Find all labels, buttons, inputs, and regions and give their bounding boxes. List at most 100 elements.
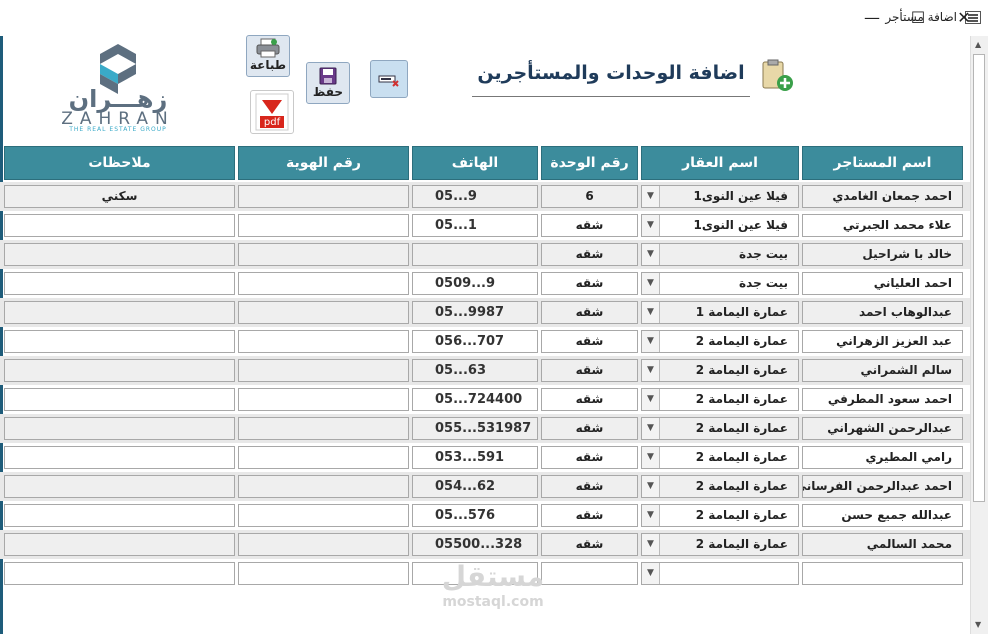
id-number-field[interactable] [238, 243, 409, 266]
dropdown-arrow-icon[interactable]: ▼ [642, 505, 660, 526]
dropdown-arrow-icon[interactable]: ▼ [642, 331, 660, 352]
dropdown-arrow-icon[interactable]: ▼ [642, 215, 660, 236]
phone-field[interactable]: 05...724400 [412, 388, 538, 411]
unit-number-field[interactable]: 6 [541, 185, 638, 208]
scroll-down-icon[interactable]: ▼ [975, 620, 981, 629]
unit-number-field[interactable]: شقه [541, 533, 638, 556]
id-number-field[interactable] [238, 185, 409, 208]
property-combo[interactable]: ▼ فيلا عين النوى1 [641, 214, 799, 237]
vertical-scrollbar[interactable]: ▲ ▼ [970, 36, 988, 634]
table-row[interactable]: عبدالوهاب احمد ▼ عمارة اليمامة 1 شقه 05...99… [0, 298, 970, 327]
tenant-name-field[interactable]: عبدالله جميع حسن [802, 504, 963, 527]
dropdown-arrow-icon[interactable]: ▼ [642, 447, 660, 468]
header-phone[interactable]: الهاتف [412, 146, 538, 180]
pdf-button[interactable]: pdf [250, 90, 294, 134]
table-row[interactable]: علاء محمد الجبرتي ▼ فيلا عين النوى1 شقه 05..… [0, 211, 970, 240]
property-combo[interactable]: ▼ عمارة اليمامة 2 [641, 504, 799, 527]
dropdown-arrow-icon[interactable]: ▼ [642, 534, 660, 555]
scroll-up-icon[interactable]: ▲ [975, 40, 981, 49]
unit-number-field[interactable]: شقه [541, 243, 638, 266]
table-row[interactable]: محمد السالمي ▼ عمارة اليمامة 2 شقه 05500...3… [0, 530, 970, 559]
unit-number-field[interactable]: شقه [541, 446, 638, 469]
notes-field[interactable] [4, 214, 235, 237]
table-row[interactable]: خالد با شراحيل ▼ بيت جدة شقه [0, 240, 970, 269]
header-notes[interactable]: ملاحظات [4, 146, 235, 180]
phone-field[interactable]: 056...707 [412, 330, 538, 353]
id-number-field[interactable] [238, 562, 409, 585]
notes-field[interactable] [4, 562, 235, 585]
unit-number-field[interactable]: شقه [541, 388, 638, 411]
property-combo[interactable]: ▼ عمارة اليمامة 2 [641, 533, 799, 556]
property-combo[interactable]: ▼ [641, 562, 799, 585]
tenant-name-field[interactable]: محمد السالمي [802, 533, 963, 556]
header-id-number[interactable]: رقم الهوية [238, 146, 409, 180]
property-combo[interactable]: ▼ عمارة اليمامة 2 [641, 359, 799, 382]
id-number-field[interactable] [238, 504, 409, 527]
table-row[interactable]: عبدالله جميع حسن ▼ عمارة اليمامة 2 شقه 05...… [0, 501, 970, 530]
close-button[interactable]: ✕ [941, 4, 987, 32]
tenant-name-field[interactable]: رامي المطيري [802, 446, 963, 469]
notes-field[interactable] [4, 504, 235, 527]
property-combo[interactable]: ▼ عمارة اليمامة 2 [641, 330, 799, 353]
id-number-field[interactable] [238, 533, 409, 556]
property-combo[interactable]: ▼ بيت جدة [641, 272, 799, 295]
print-button[interactable]: طباعة [246, 35, 290, 77]
notes-field[interactable] [4, 475, 235, 498]
unit-number-field[interactable]: شقه [541, 301, 638, 324]
tenant-name-field[interactable]: عبدالرحمن الشهراني [802, 417, 963, 440]
property-combo[interactable]: ▼ عمارة اليمامة 2 [641, 417, 799, 440]
unit-number-field[interactable]: شقه [541, 214, 638, 237]
phone-field[interactable]: 05...9987 [412, 301, 538, 324]
tenant-name-field[interactable]: خالد با شراحيل [802, 243, 963, 266]
header-tenant-name[interactable]: اسم المستاجر [802, 146, 963, 180]
id-number-field[interactable] [238, 446, 409, 469]
tenant-name-field[interactable]: عبدالوهاب احمد [802, 301, 963, 324]
dropdown-arrow-icon[interactable]: ▼ [642, 302, 660, 323]
property-combo[interactable]: ▼ عمارة اليمامة 2 [641, 388, 799, 411]
phone-field[interactable]: 053...591 [412, 446, 538, 469]
phone-field[interactable] [412, 243, 538, 266]
save-button[interactable]: حفظ [306, 62, 350, 104]
table-row[interactable]: احمد سعود المطرفي ▼ عمارة اليمامة 2 شقه 05..… [0, 385, 970, 414]
table-row[interactable]: سالم الشمراني ▼ عمارة اليمامة 2 شقه 05...63 [0, 356, 970, 385]
property-combo[interactable]: ▼ عمارة اليمامة 1 [641, 301, 799, 324]
table-row[interactable]: عبد العزيز الزهراني ▼ عمارة اليمامة 2 شقه 05… [0, 327, 970, 356]
minimize-button[interactable]: — [849, 4, 895, 32]
tenant-name-field[interactable] [802, 562, 963, 585]
phone-field[interactable]: 05...1 [412, 214, 538, 237]
dropdown-arrow-icon[interactable]: ▼ [642, 476, 660, 497]
notes-field[interactable] [4, 243, 235, 266]
id-number-field[interactable] [238, 417, 409, 440]
id-number-field[interactable] [238, 330, 409, 353]
id-number-field[interactable] [238, 475, 409, 498]
notes-field[interactable]: سكني [4, 185, 235, 208]
unit-number-field[interactable]: شقه [541, 504, 638, 527]
notes-field[interactable] [4, 330, 235, 353]
id-number-field[interactable] [238, 301, 409, 324]
dropdown-arrow-icon[interactable]: ▼ [642, 360, 660, 381]
unit-number-field[interactable]: شقه [541, 417, 638, 440]
header-property-name[interactable]: اسم العقار [641, 146, 799, 180]
unit-number-field[interactable]: شقه [541, 330, 638, 353]
tenant-name-field[interactable]: احمد جمعان الغامدي [802, 185, 963, 208]
dropdown-arrow-icon[interactable]: ▼ [642, 186, 660, 207]
notes-field[interactable] [4, 446, 235, 469]
notes-field[interactable] [4, 272, 235, 295]
unit-number-field[interactable]: شقه [541, 272, 638, 295]
maximize-button[interactable]: ☐ [895, 4, 941, 32]
notes-field[interactable] [4, 417, 235, 440]
id-number-field[interactable] [238, 272, 409, 295]
dropdown-arrow-icon[interactable]: ▼ [642, 273, 660, 294]
property-combo[interactable]: ▼ عمارة اليمامة 2 [641, 446, 799, 469]
phone-field[interactable]: 05500...328 [412, 533, 538, 556]
scrollbar-thumb[interactable] [973, 54, 985, 502]
tenant-name-field[interactable]: احمد العلياني [802, 272, 963, 295]
tenant-name-field[interactable]: احمد عبدالرحمن الفرساني [802, 475, 963, 498]
id-number-field[interactable] [238, 359, 409, 382]
tenant-name-field[interactable]: عبد العزيز الزهراني [802, 330, 963, 353]
tenant-name-field[interactable]: سالم الشمراني [802, 359, 963, 382]
notes-field[interactable] [4, 533, 235, 556]
dropdown-arrow-icon[interactable]: ▼ [642, 244, 660, 265]
table-row[interactable]: احمد العلياني ▼ بيت جدة شقه 0509...9 [0, 269, 970, 298]
unit-number-field[interactable]: شقه [541, 475, 638, 498]
